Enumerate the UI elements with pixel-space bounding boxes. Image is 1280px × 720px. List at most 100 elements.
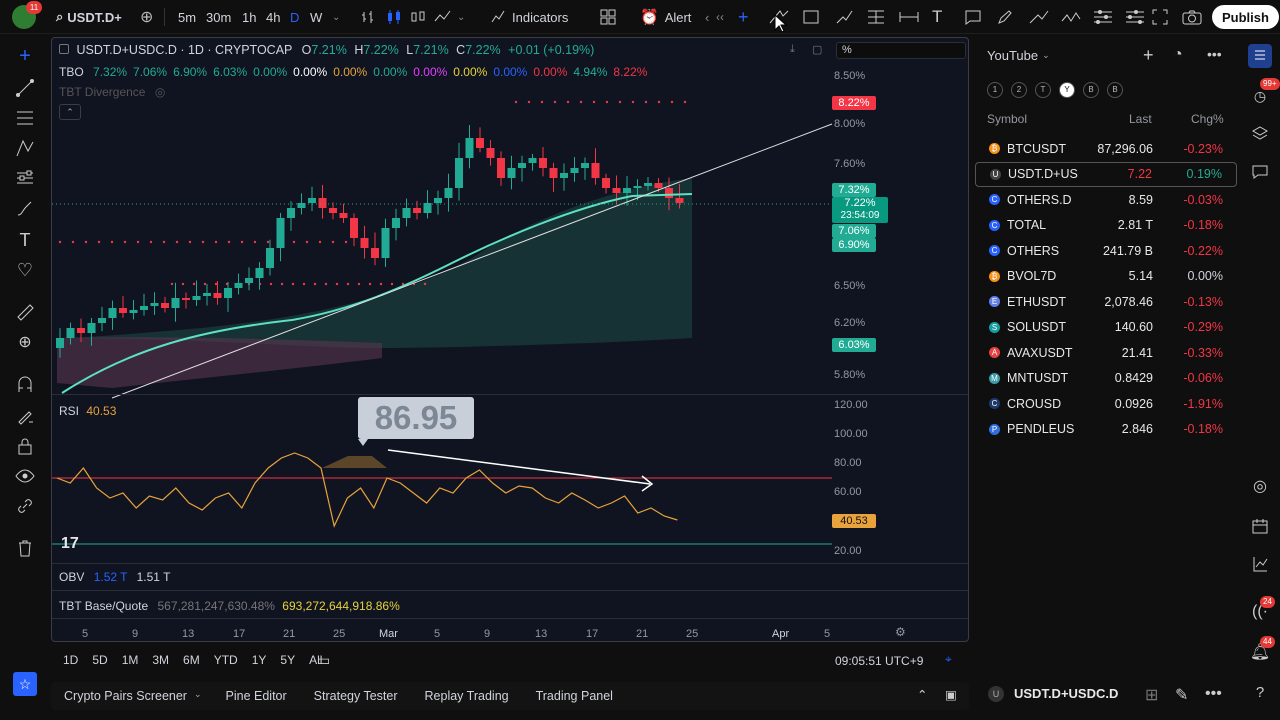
watchlist-row[interactable]: P PENDLEUS 2.846 -0.18% (975, 417, 1237, 442)
trash-icon[interactable] (13, 536, 37, 560)
indicators-button[interactable]: Indicators (490, 0, 568, 34)
scroll-left-icon[interactable]: ‹‹ (716, 0, 724, 34)
fib-tool-icon[interactable] (866, 0, 886, 34)
footer-tab-replay-trading[interactable]: Replay Trading (425, 689, 509, 703)
link-icon[interactable] (13, 494, 37, 518)
pen-tool-icon[interactable] (996, 0, 1014, 34)
range-button-3m[interactable]: 3M (152, 653, 169, 667)
range-button-6m[interactable]: 6M (183, 653, 200, 667)
watchlist-selector[interactable]: YouTube ⌄ (987, 48, 1050, 63)
forecast-icon[interactable] (13, 166, 37, 190)
chat-icon[interactable] (1248, 160, 1272, 184)
price-annotation-label[interactable]: 86.95 (358, 397, 474, 439)
note-tool-icon[interactable] (964, 0, 982, 34)
chevron-up-icon[interactable]: ⌃ (917, 687, 927, 702)
layers-icon[interactable] (1248, 122, 1272, 146)
alert-button[interactable]: ⏰ Alert (640, 0, 691, 34)
lock-draw-icon[interactable] (13, 404, 37, 428)
text-icon[interactable]: T (13, 228, 37, 252)
brush-icon[interactable] (13, 196, 37, 220)
add-symbol-icon[interactable]: + (1143, 45, 1154, 66)
date-range-icon[interactable]: ▭ (317, 652, 330, 669)
magnet-icon[interactable] (13, 372, 37, 396)
advanced-view-icon[interactable]: ◔ (1173, 46, 1183, 64)
calendar-icon[interactable] (1248, 514, 1272, 538)
chevron-left-icon[interactable]: ‹ (705, 0, 709, 34)
grid-icon[interactable]: ⊞ (1145, 685, 1158, 705)
help-icon[interactable]: ? (1248, 680, 1272, 704)
watchlist-row[interactable]: C CROUSD 0.0926 -1.91% (975, 391, 1237, 416)
chart-line-icon[interactable] (1248, 552, 1272, 576)
chevron-down-icon[interactable]: ⌄ (457, 0, 465, 34)
footer-tab-trading-panel[interactable]: Trading Panel (536, 689, 613, 703)
watchlist-filter-button[interactable]: 2 (1011, 82, 1027, 98)
range-button-1m[interactable]: 1M (122, 653, 139, 667)
layout-grid-icon[interactable] (600, 0, 616, 34)
watchlist-filter-button[interactable]: T (1035, 82, 1051, 98)
watchlist-row[interactable]: M MNTUSDT 0.8429 -0.06% (975, 366, 1237, 391)
symbol-details-name[interactable]: USDT.D+USDC.D (1014, 686, 1118, 701)
publish-button[interactable]: Publish (1212, 5, 1279, 29)
star-favorites-icon[interactable]: ☆ (13, 672, 37, 696)
tradingview-logo[interactable]: 17 (61, 535, 79, 553)
crosshair-icon[interactable]: + (738, 0, 749, 34)
more-options-icon[interactable]: ••• (1205, 685, 1222, 703)
watchlist-row[interactable]: A AVAXUSDT 21.41 -0.33% (975, 340, 1237, 365)
watchlist-row[interactable]: E ETHUSDT 2,078.46 -0.13% (975, 289, 1237, 314)
range-button-ytd[interactable]: YTD (214, 653, 238, 667)
path-tool-icon[interactable] (1028, 0, 1050, 34)
target-icon[interactable]: ◎ (1248, 474, 1272, 498)
watchlist-filter-button[interactable]: Y (1059, 82, 1075, 98)
maximize-pane-icon[interactable]: ▢ (812, 43, 822, 56)
pattern-icon[interactable] (13, 136, 37, 160)
axis-settings-icon[interactable]: ⚙ (895, 625, 906, 639)
watchlist-row[interactable]: U USDT.D+US 7.22 0.19% (975, 161, 1237, 187)
edit-icon[interactable]: ✎ (1175, 685, 1188, 705)
interval-4h[interactable]: 4h (266, 0, 280, 34)
footer-tab-crypto-pairs-screener[interactable]: Crypto Pairs Screener (64, 689, 187, 703)
scale-input[interactable]: % (836, 42, 966, 59)
compare-add-icon[interactable]: ⊕ (140, 0, 153, 34)
clock-display[interactable]: 09:05:51 UTC+9 (835, 654, 923, 668)
range-button-1d[interactable]: 1D (63, 653, 78, 667)
zoom-in-icon[interactable]: ⊕ (13, 330, 37, 354)
watchlist-row[interactable]: ₿ BVOL7D 5.14 0.00% (975, 264, 1237, 289)
lock-icon[interactable] (13, 434, 37, 458)
watchlist-row[interactable]: C OTHERS.D 8.59 -0.03% (975, 187, 1237, 212)
alerts-clock-icon[interactable]: ◷ 99+ (1248, 78, 1280, 108)
camera-icon[interactable] (1182, 0, 1202, 34)
maximize-panel-icon[interactable]: ▣ (945, 687, 957, 702)
text-tool-icon[interactable]: T (932, 0, 942, 34)
range-button-1y[interactable]: 1Y (252, 653, 267, 667)
candle-style-icon[interactable] (386, 0, 402, 34)
trendline-icon[interactable] (13, 76, 37, 100)
pane-divider[interactable] (52, 563, 968, 564)
interval-1h[interactable]: 1h (242, 0, 256, 34)
crosshair-icon[interactable]: ⌖ (945, 652, 952, 667)
rectangle-tool-icon[interactable] (802, 0, 820, 34)
legend-eye-toggle[interactable] (59, 44, 69, 54)
watchlist-row[interactable]: S SOLUSDT 140.60 -0.29% (975, 315, 1237, 340)
more-options-icon[interactable]: ••• (1207, 46, 1222, 62)
fullscreen-icon[interactable] (1152, 0, 1168, 34)
symbol-search[interactable]: ⌕ USDT.D+ (56, 0, 122, 34)
interval-w[interactable]: W (310, 0, 322, 34)
eye-off-icon[interactable]: ◎ (155, 85, 165, 99)
broadcast-icon[interactable]: ((· 24 (1248, 596, 1275, 624)
watchlist-filter-button[interactable]: B (1107, 82, 1123, 98)
chart-container[interactable]: USDT.D+USDC.D · 1D · CRYPTOCAP O7.21% H7… (51, 37, 969, 642)
chart-canvas[interactable] (52, 38, 968, 641)
bell-icon[interactable]: 🔔︎ 44 (1248, 636, 1275, 664)
line-style-icon[interactable] (434, 0, 454, 34)
fib-icon[interactable] (13, 106, 37, 130)
range-button-5y[interactable]: 5Y (280, 653, 295, 667)
interval-5m[interactable]: 5m (178, 0, 196, 34)
pane-divider[interactable] (52, 394, 968, 395)
footer-tab-strategy-tester[interactable]: Strategy Tester (314, 689, 398, 703)
watchlist-row[interactable]: C OTHERS 241.79 B -0.22% (975, 238, 1237, 263)
footer-tab-pine-editor[interactable]: Pine Editor (226, 689, 287, 703)
settings-sliders-icon[interactable] (1092, 0, 1114, 34)
brush-tool-icon[interactable] (835, 0, 853, 34)
interval-30m[interactable]: 30m (206, 0, 231, 34)
range-button-5d[interactable]: 5D (92, 653, 107, 667)
